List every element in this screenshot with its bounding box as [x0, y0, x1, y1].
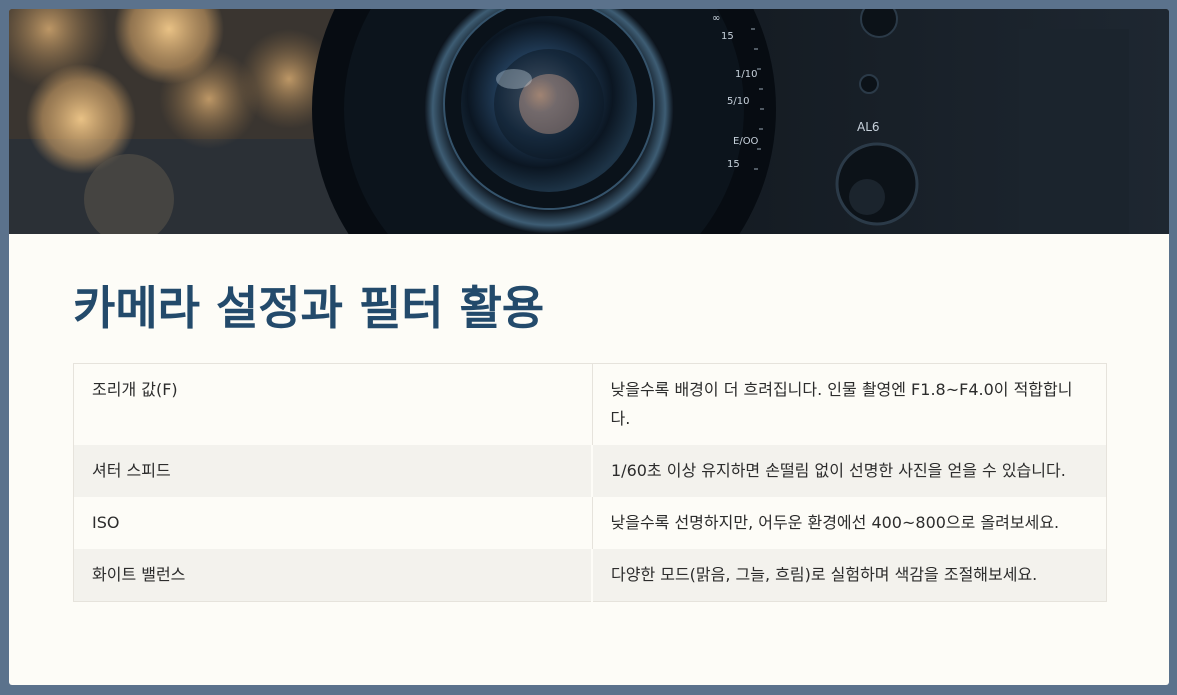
- setting-label: ISO: [73, 497, 592, 549]
- lens-marking: E/OO: [733, 136, 759, 147]
- setting-description: 다양한 모드(맑음, 그늘, 흐림)로 실험하며 색감을 조절해보세요.: [591, 549, 1107, 602]
- hero-image: AL6 ∞ 15 1/10 5/10 E/OO 15: [9, 9, 1169, 234]
- table-row: 셔터 스피드 1/60초 이상 유지하면 손떨림 없이 선명한 사진을 얻을 수…: [73, 445, 1107, 497]
- table-row: 화이트 밸런스 다양한 모드(맑음, 그늘, 흐림)로 실험하며 색감을 조절해…: [73, 549, 1107, 602]
- lens-marking: ∞: [712, 13, 720, 24]
- setting-description: 낮을수록 선명하지만, 어두운 환경에선 400~800으로 올려보세요.: [591, 497, 1107, 549]
- body-marking: AL6: [857, 120, 880, 134]
- main-content: 카메라 설정과 필터 활용 조리개 값(F) 낮을수록 배경이 더 흐려집니다.…: [9, 234, 1169, 602]
- setting-label: 조리개 값(F): [73, 363, 592, 445]
- lens-marking: 1/10: [735, 69, 757, 80]
- table-row: ISO 낮을수록 선명하지만, 어두운 환경에선 400~800으로 올려보세요…: [73, 497, 1107, 549]
- settings-table: 조리개 값(F) 낮을수록 배경이 더 흐려집니다. 인물 촬영엔 F1.8~F…: [73, 363, 1107, 602]
- table-row: 조리개 값(F) 낮을수록 배경이 더 흐려집니다. 인물 촬영엔 F1.8~F…: [73, 363, 1107, 445]
- lens-marking: 15: [721, 31, 734, 42]
- camera-lens-photo: AL6 ∞ 15 1/10 5/10 E/OO 15: [9, 9, 1169, 234]
- setting-label: 화이트 밸런스: [73, 549, 592, 602]
- article-card: AL6 ∞ 15 1/10 5/10 E/OO 15 카메라 설정과 필터 활용…: [9, 9, 1169, 685]
- setting-description: 낮을수록 배경이 더 흐려집니다. 인물 촬영엔 F1.8~F4.0이 적합합니…: [591, 363, 1107, 445]
- lens-marking: 15: [727, 159, 740, 170]
- lens-marking: 5/10: [727, 96, 749, 107]
- page-title: 카메라 설정과 필터 활용: [73, 281, 545, 335]
- setting-description: 1/60초 이상 유지하면 손떨림 없이 선명한 사진을 얻을 수 있습니다.: [591, 445, 1107, 497]
- setting-label: 셔터 스피드: [73, 445, 592, 497]
